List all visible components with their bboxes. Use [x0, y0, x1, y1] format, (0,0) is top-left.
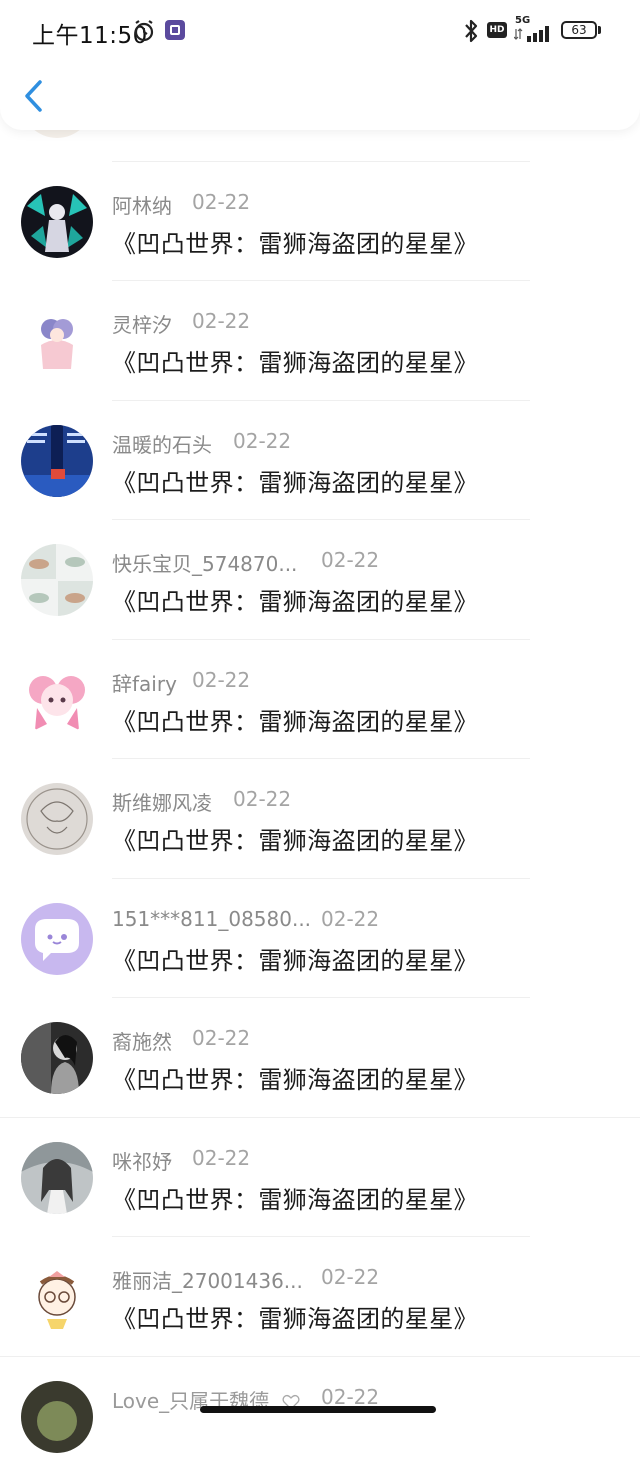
- hd-badge: HD: [487, 22, 507, 38]
- message-text: 《凹凸世界：雷狮海盗团的星星》: [112, 582, 478, 617]
- post-date: 02-22: [321, 1265, 379, 1289]
- avatar: [21, 903, 93, 975]
- post-date: 02-22: [233, 429, 291, 453]
- user-name: 温暖的石头: [112, 429, 212, 458]
- avatar: [21, 783, 93, 855]
- battery-tip: [598, 26, 601, 34]
- user-line: 雅丽洁_27001436... 02-22: [112, 1265, 303, 1294]
- user-name: 辞fairy: [112, 668, 177, 697]
- message-text: 《凹凸世界：雷狮海盗团的星星》: [112, 941, 478, 976]
- user-name: 咪祁妤: [112, 1146, 172, 1175]
- avatar: [21, 305, 93, 377]
- avatar: [21, 186, 93, 258]
- back-button[interactable]: [20, 76, 50, 116]
- user-line: 阿林纳 02-22: [112, 190, 172, 219]
- list-item[interactable]: 斯维娜风凌 02-22 《凹凸世界：雷狮海盗团的星星》: [0, 759, 640, 879]
- message-text: 《凹凸世界：雷狮海盗团的星星》: [112, 1180, 478, 1215]
- user-name: 灵梓汐: [112, 309, 172, 338]
- post-date: 02-22: [321, 907, 379, 931]
- user-line: 快乐宝贝_574870... 02-22: [112, 548, 297, 577]
- status-time: 上午11:50: [32, 16, 148, 50]
- post-date: 02-22: [321, 548, 379, 572]
- message-text: 《凹凸世界：雷狮海盗团的星星》: [112, 702, 478, 737]
- user-name: 雅丽洁_27001436...: [112, 1265, 303, 1294]
- user-line: 温暖的石头 02-22: [112, 429, 212, 458]
- list-item[interactable]: 辞fairy 02-22 《凹凸世界：雷狮海盗团的星星》: [0, 640, 640, 760]
- user-line: 斯维娜风凌 02-22: [112, 787, 212, 816]
- user-name: 阿林纳: [112, 190, 172, 219]
- message-text: 《凹凸世界：雷狮海盗团的星星》: [112, 343, 478, 378]
- home-indicator[interactable]: [200, 1406, 436, 1413]
- avatar: [21, 425, 93, 497]
- avatar: [21, 1381, 93, 1453]
- user-line: 辞fairy 02-22: [112, 668, 177, 697]
- list-item[interactable]: 灵梓汐 02-22 《凹凸世界：雷狮海盗团的星星》: [0, 281, 640, 401]
- avatar: [21, 1022, 93, 1094]
- list-item[interactable]: 咪祁妤 02-22 《凹凸世界：雷狮海盗团的星星》: [0, 1118, 640, 1238]
- message-text: 《凹凸世界：雷狮海盗团的星星》: [112, 463, 478, 498]
- message-text: 《凹凸世界：雷狮海盗团的星星》: [112, 224, 478, 259]
- user-name: 快乐宝贝_574870...: [112, 548, 297, 577]
- avatar: [21, 544, 93, 616]
- post-date: 02-22: [233, 787, 291, 811]
- post-date: 02-22: [321, 1385, 379, 1409]
- signal-strength-icon: [514, 26, 552, 42]
- list-item[interactable]: 快乐宝贝_574870... 02-22 《凹凸世界：雷狮海盗团的星星》: [0, 520, 640, 640]
- user-name: 151***811_08580...: [112, 907, 311, 931]
- list-item[interactable]: 裔施然 02-22 《凹凸世界：雷狮海盗团的星星》: [0, 998, 640, 1118]
- message-text: 《凹凸世界：雷狮海盗团的星星》: [112, 821, 478, 856]
- app-notification-icon: [165, 20, 185, 40]
- list-item[interactable]: Love_只属于魏德 02-22: [0, 1357, 640, 1476]
- user-line: 灵梓汐 02-22: [112, 309, 172, 338]
- network-label: 5G: [515, 15, 530, 26]
- alarm-clock-icon: [132, 19, 156, 43]
- post-date: 02-22: [192, 190, 250, 214]
- user-line: 151***811_08580... 02-22: [112, 907, 311, 931]
- bluetooth-icon: [463, 18, 479, 44]
- chevron-left-icon: [20, 76, 50, 116]
- post-date: 02-22: [192, 1026, 250, 1050]
- status-bar: 上午11:50 HD 5G 63: [0, 0, 640, 62]
- avatar: [21, 1261, 93, 1333]
- list-item[interactable]: 151***811_08580... 02-22 《凹凸世界：雷狮海盗团的星星》: [0, 879, 640, 999]
- post-date: 02-22: [192, 309, 250, 333]
- list-item[interactable]: 雅丽洁_27001436... 02-22 《凹凸世界：雷狮海盗团的星星》: [0, 1237, 640, 1357]
- message-text: 《凹凸世界：雷狮海盗团的星星》: [112, 1299, 478, 1334]
- list-item[interactable]: 阿林纳 02-22 《凹凸世界：雷狮海盗团的星星》: [0, 162, 640, 282]
- user-name: 裔施然: [112, 1026, 172, 1055]
- post-date: 02-22: [192, 1146, 250, 1170]
- message-text: 《凹凸世界：雷狮海盗团的星星》: [112, 1060, 478, 1095]
- list-item[interactable]: 温暖的石头 02-22 《凹凸世界：雷狮海盗团的星星》: [0, 401, 640, 521]
- avatar: [21, 1142, 93, 1214]
- post-date: 02-22: [192, 668, 250, 692]
- avatar: [21, 664, 93, 736]
- battery-indicator: 63: [561, 21, 597, 39]
- user-name: 斯维娜风凌: [112, 787, 212, 816]
- user-line: 咪祁妤 02-22: [112, 1146, 172, 1175]
- user-line: 裔施然 02-22: [112, 1026, 172, 1055]
- recipient-list: 阿林纳 02-22 《凹凸世界：雷狮海盗团的星星》 灵梓汐 02-22 《凹凸世…: [0, 42, 640, 1476]
